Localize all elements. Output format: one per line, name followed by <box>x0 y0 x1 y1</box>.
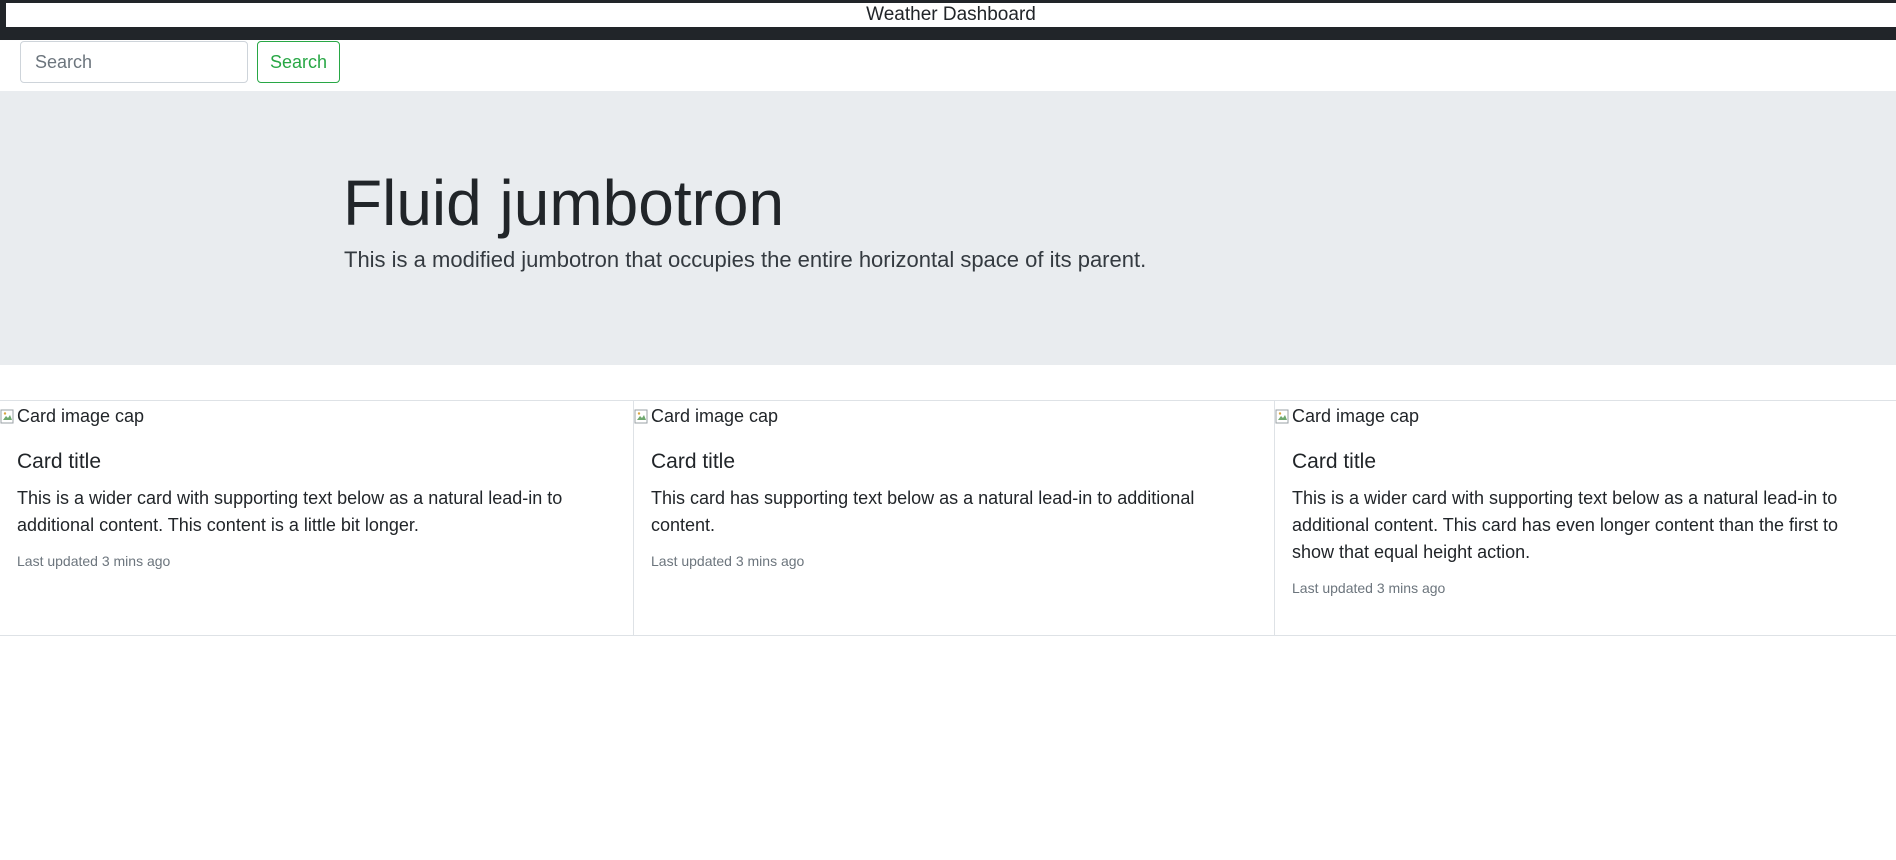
header-title: Weather Dashboard <box>866 4 1036 25</box>
card-body: Card title This card has supporting text… <box>651 449 1260 569</box>
card-image-alt-text: Card image cap <box>651 406 779 426</box>
card-title: Card title <box>651 450 736 473</box>
card-body: Card title This is a wider card with sup… <box>17 449 619 569</box>
card-updated-text: Last updated 3 mins ago <box>17 553 171 570</box>
jumbotron-lead: This is a modified jumbotron that occupi… <box>344 247 1147 272</box>
card-image: Card image cap <box>1275 406 1419 427</box>
broken-image-icon <box>1275 409 1291 425</box>
card-body: Card title This is a wider card with sup… <box>1292 449 1882 596</box>
jumbotron: Fluid jumbotron This is a modified jumbo… <box>0 91 1896 365</box>
card-text: This card has supporting text below as a… <box>651 488 1195 536</box>
jumbotron-title: Fluid jumbotron <box>343 167 785 239</box>
header-title-bar: Weather Dashboard <box>6 3 1896 27</box>
card-title: Card title <box>17 450 102 473</box>
card-text: This is a wider card with supporting tex… <box>1292 488 1839 563</box>
card-deck: Card image cap Card title This is a wide… <box>0 400 1896 636</box>
search-input[interactable] <box>20 41 248 83</box>
card: Card image cap Card title This is a wide… <box>1275 401 1896 635</box>
card-image: Card image cap <box>634 406 778 427</box>
card-updated-text: Last updated 3 mins ago <box>1292 580 1446 597</box>
card-updated-text: Last updated 3 mins ago <box>651 553 805 570</box>
top-navbar: Weather Dashboard <box>0 0 1896 40</box>
broken-image-icon <box>634 409 650 425</box>
broken-image-icon <box>0 409 16 425</box>
card-image-alt-text: Card image cap <box>1292 406 1420 426</box>
search-button[interactable]: Search <box>257 41 341 83</box>
card-image: Card image cap <box>0 406 144 427</box>
card-text: This is a wider card with supporting tex… <box>17 488 563 536</box>
card-image-alt-text: Card image cap <box>17 406 145 426</box>
search-form: Search <box>20 41 341 83</box>
card: Card image cap Card title This card has … <box>634 401 1275 635</box>
card-title: Card title <box>1292 450 1377 473</box>
card: Card image cap Card title This is a wide… <box>0 401 634 635</box>
